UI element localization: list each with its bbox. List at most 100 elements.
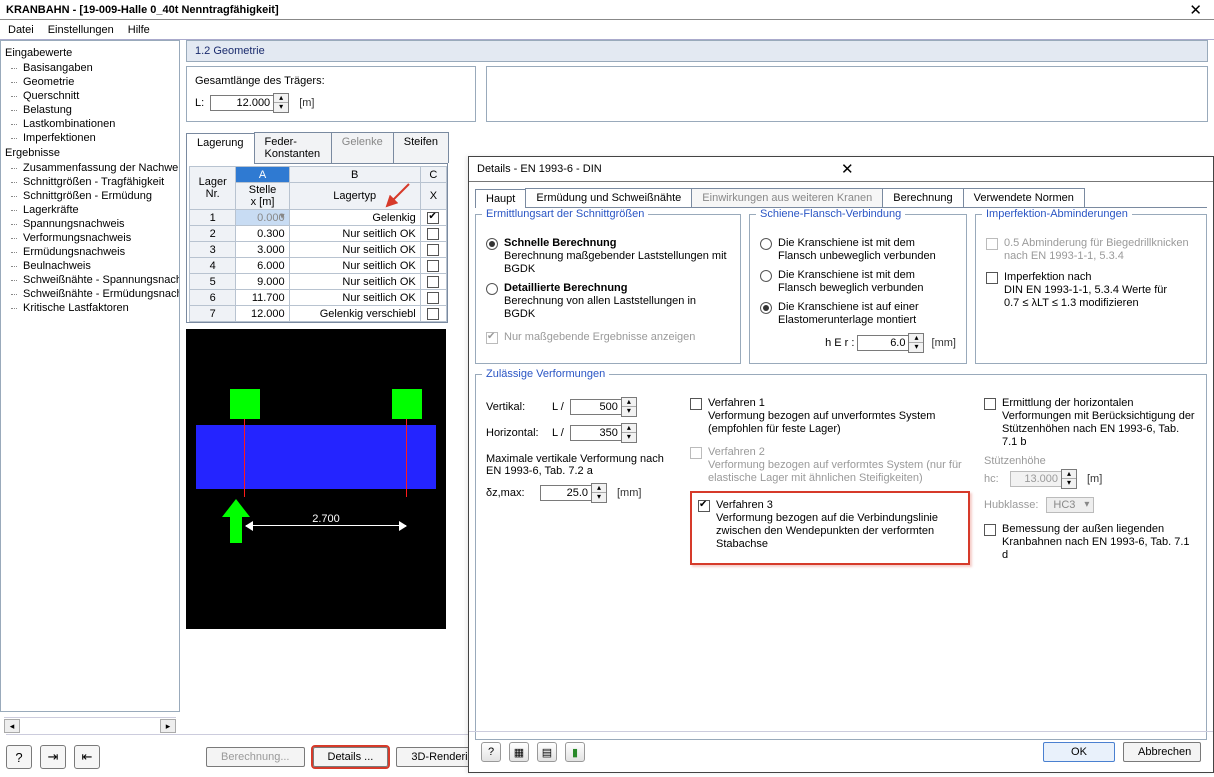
cancel-button[interactable]: Abbrechen [1123, 742, 1201, 762]
dlg-tool3-icon[interactable]: ▮ [565, 742, 585, 762]
table-row[interactable]: 712.000Gelenkig verschiebl [190, 306, 447, 322]
table-row[interactable]: 611.700Nur seitlich OK [190, 290, 447, 306]
tree-item[interactable]: Basisangaben [3, 61, 177, 75]
tree-item[interactable]: Schnittgrößen - Tragfähigkeit [3, 175, 177, 189]
length-label: Gesamtlänge des Trägers: [195, 75, 467, 87]
length-input[interactable] [210, 95, 274, 111]
checkbox-icon[interactable] [427, 212, 439, 224]
radio-icon [760, 302, 772, 314]
dz-input[interactable] [540, 485, 592, 501]
tree-item[interactable]: Schweißnähte - Spannungsnach [3, 273, 177, 287]
checkbox-icon[interactable] [427, 260, 439, 272]
menu-settings[interactable]: Einstellungen [48, 24, 114, 36]
tab-steifen[interactable]: Steifen [393, 132, 449, 163]
checkbox-icon[interactable] [427, 308, 439, 320]
tree-item[interactable]: Verformungsnachweis [3, 231, 177, 245]
dtab-ermuedung[interactable]: Ermüdung und Schweißnähte [525, 188, 692, 207]
tree-hscroll[interactable]: ◂ ▸ [4, 717, 176, 733]
tree-item[interactable]: Ermüdungsnachweis [3, 245, 177, 259]
h-er-row: h E r : ▴▾ [mm] [760, 333, 956, 353]
fs-deformation: Zulässige Verformungen Vertikal:L / ▴▾ H… [475, 374, 1207, 740]
dialog-title: Details - EN 1993-6 - DIN [477, 163, 841, 175]
support-table[interactable]: LagerNr. A B C Stellex [m] Lagertyp X 10… [189, 166, 447, 322]
checkbox-icon [690, 398, 702, 410]
tree-item[interactable]: Spannungsnachweis [3, 217, 177, 231]
menu-help[interactable]: Hilfe [128, 24, 150, 36]
checkbox-icon [984, 524, 996, 536]
checkbox-icon[interactable] [427, 228, 439, 240]
rail-movable[interactable]: Die Kranschiene ist mit dem Flansch bewe… [760, 269, 956, 295]
length-spinner[interactable]: ▴▾ [273, 93, 289, 113]
tree-item[interactable]: Lagerkräfte [3, 203, 177, 217]
col-C[interactable]: C [420, 167, 446, 183]
cb-verfahren1[interactable]: Verfahren 1Verformung bezogen auf unverf… [690, 397, 970, 436]
cb-outer-runways[interactable]: Bemessung der außen liegenden Kranbahnen… [984, 523, 1196, 562]
vert-row: Vertikal:L / ▴▾ [486, 397, 676, 417]
tree-item[interactable]: Schweißnähte - Ermüdungsnach [3, 287, 177, 301]
col-B[interactable]: B [289, 167, 420, 183]
verfahren3-highlight: Verfahren 3Verformung bezogen auf die Ve… [690, 491, 970, 565]
dtab-berechnung[interactable]: Berechnung [882, 188, 963, 207]
dialog-close-icon[interactable]: ✕ [841, 160, 1205, 178]
h-er-input[interactable] [857, 335, 909, 351]
vert-input[interactable] [570, 399, 622, 415]
tree-item[interactable]: Imperfektionen [3, 131, 177, 145]
dlg-tool2-icon[interactable]: ▤ [537, 742, 557, 762]
cb-only-governing: Nur maßgebende Ergebnisse anzeigen [486, 331, 730, 344]
tree-item[interactable]: Beulnachweis [3, 259, 177, 273]
cb-horiz-calc[interactable]: Ermittlung der horizontalen Verformungen… [984, 397, 1196, 449]
checkbox-icon[interactable] [427, 244, 439, 256]
tree-item[interactable]: Querschnitt [3, 89, 177, 103]
tree-item[interactable]: Lastkombinationen [3, 117, 177, 131]
scroll-right-icon[interactable]: ▸ [160, 719, 176, 733]
cb-imp-din[interactable]: Imperfektion nachDIN EN 1993-1-1, 5.3.4 … [986, 271, 1196, 310]
export-icon[interactable]: ⇤ [74, 745, 100, 769]
horiz-input[interactable] [570, 425, 622, 441]
beam-shape [196, 425, 436, 489]
tree-group-inputs[interactable]: Eingabewerte [3, 45, 177, 61]
col-A[interactable]: A [236, 167, 289, 183]
dtab-einwirkungen[interactable]: Einwirkungen aus weiteren Kranen [691, 188, 883, 207]
tree-item[interactable]: Geometrie [3, 75, 177, 89]
tab-gelenke[interactable]: Gelenke [331, 132, 394, 163]
help-icon[interactable]: ? [6, 745, 32, 769]
table-row[interactable]: 10.000Gelenkig [190, 210, 447, 226]
dtab-normen[interactable]: Verwendete Normen [963, 188, 1085, 207]
details-button[interactable]: Details ... [313, 747, 389, 767]
tree-item[interactable]: Belastung [3, 103, 177, 117]
fs-rail-legend: Schiene-Flansch-Verbindung [756, 208, 905, 220]
menu-file[interactable]: Datei [8, 24, 34, 36]
length-group: Gesamtlänge des Trägers: L: ▴▾ [m] [186, 66, 476, 122]
checkbox-icon[interactable] [427, 276, 439, 288]
3d-viewport[interactable]: 2.700 [186, 329, 446, 629]
fs-rail: Schiene-Flansch-Verbindung Die Kranschie… [749, 214, 967, 364]
scroll-left-icon[interactable]: ◂ [4, 719, 20, 733]
checkbox-icon[interactable] [427, 292, 439, 304]
radio-icon [486, 283, 498, 295]
opt-detailed[interactable]: Detaillierte BerechnungBerechnung von al… [486, 282, 730, 321]
tree-item[interactable]: Zusammenfassung der Nachwe [3, 161, 177, 175]
nav-tree[interactable]: Eingabewerte BasisangabenGeometrieQuersc… [0, 40, 180, 712]
table-row[interactable]: 33.000Nur seitlich OK [190, 242, 447, 258]
dtab-haupt[interactable]: Haupt [475, 189, 526, 208]
import-icon[interactable]: ⇥ [40, 745, 66, 769]
dlg-tool1-icon[interactable]: ▦ [509, 742, 529, 762]
close-icon[interactable]: ✕ [1183, 1, 1208, 19]
tree-group-results[interactable]: Ergebnisse [3, 145, 177, 161]
tab-feder[interactable]: Feder-Konstanten [254, 132, 332, 163]
calc-button[interactable]: Berechnung... [206, 747, 305, 767]
dlg-help-icon[interactable]: ? [481, 742, 501, 762]
opt-fast[interactable]: Schnelle BerechnungBerechnung maßgebende… [486, 237, 730, 276]
col-x: Stellex [m] [236, 183, 289, 210]
rail-elastomer[interactable]: Die Kranschiene ist auf einer Elastomeru… [760, 301, 956, 327]
table-row[interactable]: 59.000Nur seitlich OK [190, 274, 447, 290]
tree-item[interactable]: Kritische Lastfaktoren [3, 301, 177, 315]
tab-lagerung[interactable]: Lagerung [186, 133, 255, 164]
cb-verfahren3[interactable]: Verfahren 3Verformung bezogen auf die Ve… [698, 499, 962, 551]
tree-item[interactable]: Schnittgrößen - Ermüdung [3, 189, 177, 203]
table-row[interactable]: 20.300Nur seitlich OK [190, 226, 447, 242]
rail-fixed[interactable]: Die Kranschiene ist mit dem Flansch unbe… [760, 237, 956, 263]
table-row[interactable]: 46.000Nur seitlich OK [190, 258, 447, 274]
horiz-row: Horizontal:L / ▴▾ [486, 423, 676, 443]
ok-button[interactable]: OK [1043, 742, 1115, 762]
